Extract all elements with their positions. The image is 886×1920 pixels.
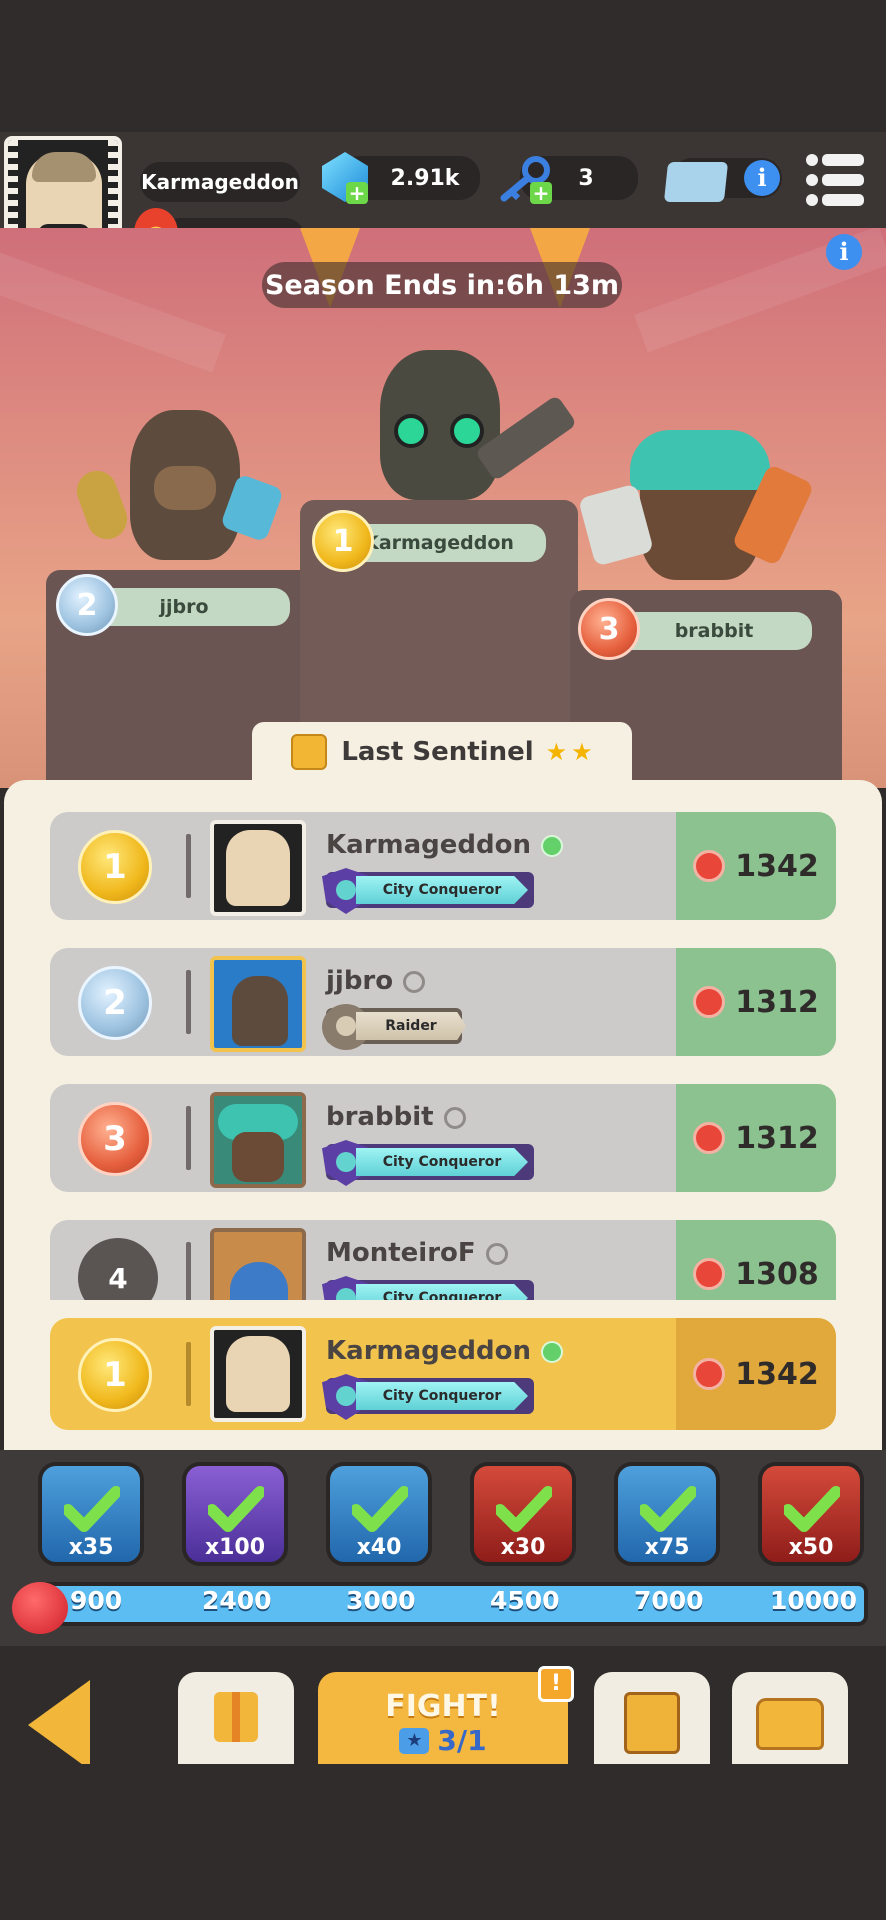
podium-third-medal: 3	[578, 598, 640, 660]
title-label: City Conqueror	[356, 1284, 528, 1300]
title-label: City Conqueror	[356, 876, 528, 904]
trophy-point-icon	[693, 986, 726, 1018]
check-icon	[64, 1486, 120, 1532]
milestone-label: 900	[70, 1586, 123, 1615]
score: 1342	[676, 812, 836, 920]
alert-badge: !	[538, 1666, 574, 1702]
event-title: Last Sentinel	[341, 737, 534, 767]
check-icon	[784, 1486, 840, 1532]
reward-chest[interactable]: x30	[470, 1462, 576, 1566]
menu-icon[interactable]	[806, 152, 866, 208]
offline-status-icon	[443, 1106, 466, 1129]
title-badge: City Conqueror	[322, 1374, 534, 1420]
reward-chest[interactable]: x35	[38, 1462, 144, 1566]
leaderboard-row[interactable]: 2 jjbro Raider 1312	[50, 948, 836, 1056]
online-status-icon	[541, 1340, 563, 1363]
leaderboard-row[interactable]: 1 Karmageddon City Conqueror 1342	[50, 812, 836, 920]
star-icon: ★	[571, 738, 593, 766]
trophy-point-icon	[693, 1122, 726, 1154]
reward-chest[interactable]: x100	[182, 1462, 288, 1566]
title-label: City Conqueror	[356, 1382, 528, 1410]
score: 1312	[676, 948, 836, 1056]
reward-chest[interactable]: x40	[326, 1462, 432, 1566]
player-portrait	[210, 820, 306, 916]
season-timer: Season Ends in:6h 13m	[262, 262, 622, 308]
milestone-label: 7000	[634, 1586, 704, 1615]
status-area	[0, 0, 886, 132]
score: 1342	[676, 1318, 836, 1430]
info-icon[interactable]: i	[744, 160, 780, 196]
title-badge: City Conqueror	[322, 1276, 534, 1300]
score: 1308	[676, 1220, 836, 1300]
trophy-point-icon	[693, 1358, 726, 1390]
check-icon	[640, 1486, 696, 1532]
trophy-point-icon	[693, 1258, 726, 1290]
rank-medal: 4	[78, 1238, 158, 1300]
milestone-label: 2400	[202, 1586, 272, 1615]
offline-status-icon	[403, 970, 426, 993]
red-orb-icon	[12, 1582, 68, 1634]
milestone-label: 10000	[770, 1586, 857, 1615]
player-portrait	[210, 956, 306, 1052]
player-portrait	[210, 1092, 306, 1188]
season-info-icon[interactable]: i	[826, 234, 862, 270]
star-ticket-icon: ★	[399, 1727, 430, 1754]
online-status-icon	[541, 834, 563, 857]
leaderboard-row-clip: 4 MonteiroF City Conqueror 1308	[50, 1220, 836, 1300]
add-keys-button[interactable]: +	[530, 182, 552, 204]
character-karmageddon	[380, 350, 500, 500]
reward-progress-bar	[38, 1582, 868, 1626]
rank-medal: 1	[78, 1338, 152, 1412]
character-brabbit	[630, 430, 770, 580]
reward-chest[interactable]: x75	[614, 1462, 720, 1566]
fight-count: 3/1	[437, 1724, 487, 1757]
podium-first-medal: 1	[312, 510, 374, 572]
score: 1312	[676, 1084, 836, 1192]
player-name: brabbit	[326, 1102, 434, 1132]
star-icon: ★	[545, 738, 568, 766]
title-badge: City Conqueror	[322, 868, 534, 914]
my-rank-row[interactable]: 1 Karmageddon City Conqueror 1342	[50, 1318, 836, 1430]
podium-third-name: brabbit	[616, 612, 812, 650]
offline-status-icon	[485, 1242, 508, 1265]
player-name: Karmageddon	[326, 1336, 531, 1366]
title-label: Raider	[356, 1012, 466, 1040]
character-jjbro	[130, 410, 240, 560]
trophy-point-icon	[693, 850, 726, 882]
player-portrait	[210, 1326, 306, 1422]
player-name: Karmageddon	[326, 830, 531, 860]
player-name: MonteiroF	[326, 1238, 476, 1268]
check-icon	[496, 1486, 552, 1532]
add-gems-button[interactable]: +	[346, 182, 368, 204]
ticket-icon	[663, 162, 729, 202]
rank-medal: 2	[78, 966, 152, 1040]
milestone-label: 3000	[346, 1586, 416, 1615]
leaderboard-row[interactable]: 4 MonteiroF City Conqueror 1308	[50, 1220, 836, 1300]
title-badge: City Conqueror	[322, 1140, 534, 1186]
map-icon	[291, 734, 328, 770]
player-name: Karmageddon	[140, 162, 300, 202]
player-portrait	[210, 1228, 306, 1300]
reward-chest[interactable]: x50	[758, 1462, 864, 1566]
title-badge: Raider	[322, 1004, 466, 1050]
leaderboard-row[interactable]: 3 brabbit City Conqueror 1312	[50, 1084, 836, 1192]
podium-second-medal: 2	[56, 574, 118, 636]
chest-icon	[756, 1698, 824, 1750]
gift-icon	[214, 1692, 258, 1742]
rank-medal: 1	[78, 830, 152, 904]
title-label: City Conqueror	[356, 1148, 528, 1176]
check-icon	[208, 1486, 264, 1532]
check-icon	[352, 1486, 408, 1532]
event-title-tab: Last Sentinel ★ ★	[252, 722, 632, 782]
bottom-area	[0, 1764, 886, 1920]
book-icon	[624, 1692, 680, 1754]
milestone-label: 4500	[490, 1586, 560, 1615]
game-screen: Karmageddon 80.7m 2.91k + 3 + i i Season…	[0, 0, 886, 1920]
player-name: jjbro	[326, 966, 394, 996]
rank-medal: 3	[78, 1102, 152, 1176]
